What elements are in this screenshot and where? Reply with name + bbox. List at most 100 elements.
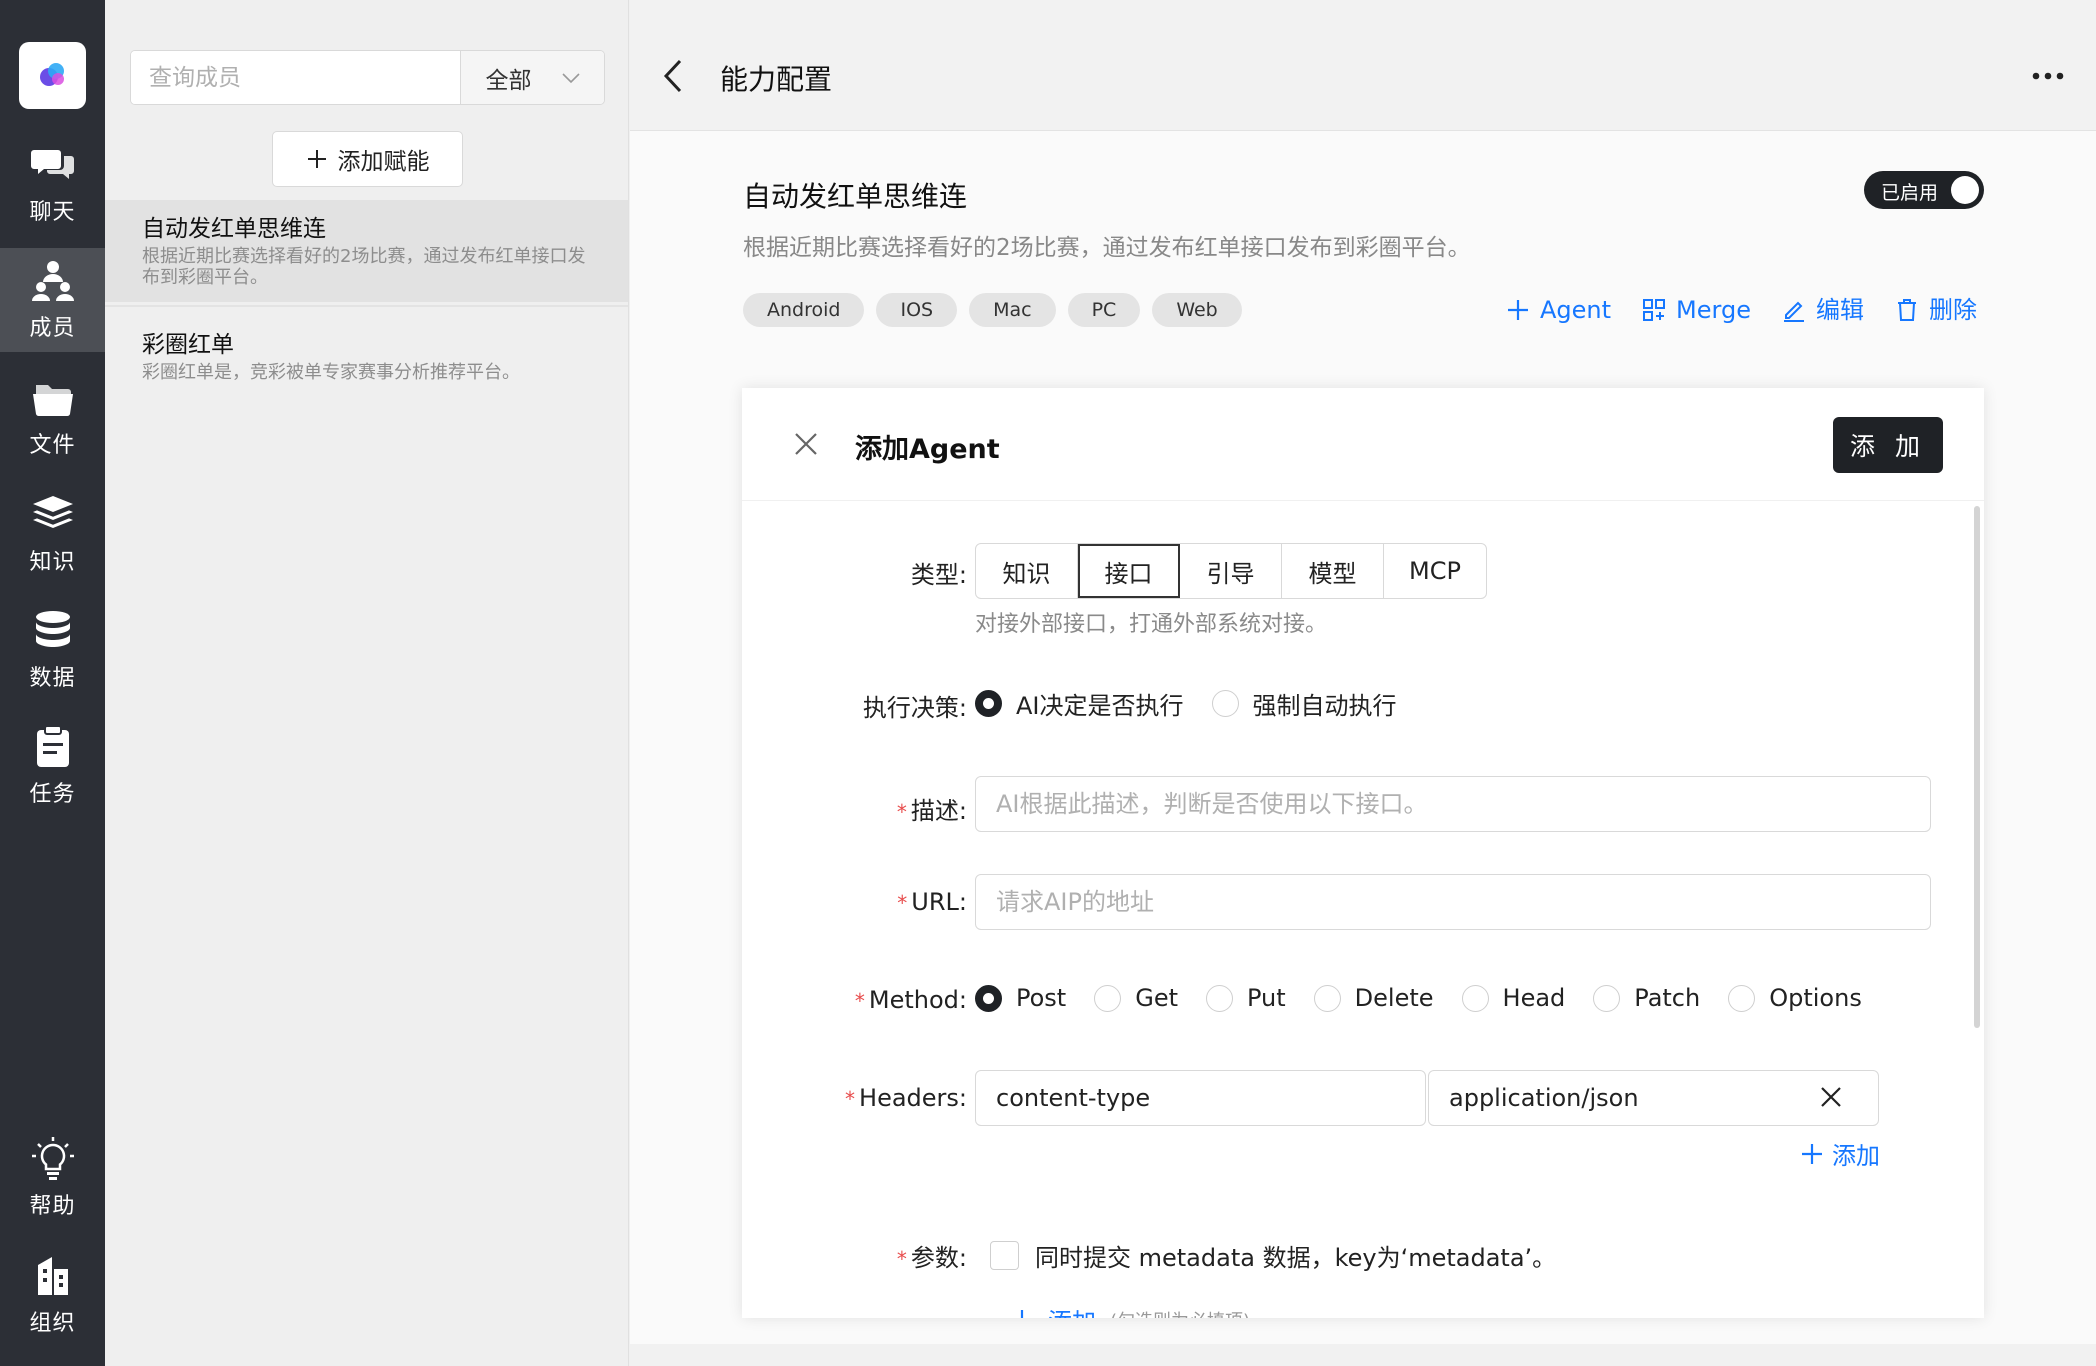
decision-radio-force[interactable]: 强制自动执行 <box>1211 686 1397 721</box>
pencil-icon <box>1783 301 1804 322</box>
method-radio-options[interactable]: Options <box>1728 984 1862 1012</box>
add-header-button[interactable]: 添加 <box>1800 1136 1880 1171</box>
metadata-checkbox[interactable] <box>990 1241 1019 1270</box>
database-icon <box>35 611 70 647</box>
header-key-input[interactable] <box>975 1070 1426 1126</box>
enabled-toggle[interactable]: 已启用 <box>1864 171 1984 209</box>
type-option-interface[interactable]: 接口 <box>1078 544 1180 598</box>
platform-tag: PC <box>1067 293 1141 327</box>
add-submit-button[interactable]: 添 加 <box>1833 417 1943 473</box>
edit-label: 编辑 <box>1815 296 1864 324</box>
type-option-mcp[interactable]: MCP <box>1384 544 1486 598</box>
nav-item-organization[interactable]: 组织 <box>0 1243 105 1347</box>
method-radio-delete[interactable]: Delete <box>1313 984 1434 1012</box>
close-icon[interactable] <box>792 430 820 458</box>
member-desc: 根据近期比赛选择看好的2场比赛，通过发布红单接口发布到彩圈平台。 <box>142 246 586 288</box>
method-radio-patch[interactable]: Patch <box>1593 984 1700 1012</box>
member-list-panel: 全部 添加赋能 自动发红单思维连 根据近期比赛选择看好的2场比赛，通过发布红单接… <box>105 0 629 1366</box>
nav-item-tasks[interactable]: 任务 <box>0 714 105 818</box>
header-value-input[interactable] <box>1428 1070 1879 1126</box>
trash-icon <box>1897 299 1916 321</box>
required-mark: * <box>897 891 908 915</box>
radio-label: Options <box>1769 984 1862 1012</box>
metadata-checkbox-row[interactable]: 同时提交 metadata 数据，key为‘metadata’。 <box>990 1238 1556 1273</box>
method-radio-get[interactable]: Get <box>1094 984 1178 1012</box>
more-options-icon[interactable] <box>2030 64 2066 88</box>
nav-item-members[interactable]: 成员 <box>0 248 105 352</box>
nav-item-help[interactable]: 帮助 <box>0 1126 105 1230</box>
description-input[interactable] <box>975 776 1931 832</box>
delete-label: 删除 <box>1928 296 1977 324</box>
nav-item-chat[interactable]: 聊天 <box>0 132 105 236</box>
folder-icon <box>32 385 73 417</box>
type-option-guide[interactable]: 引导 <box>1180 544 1282 598</box>
url-label-text: URL: <box>911 888 967 916</box>
member-list-item[interactable]: 彩圈红单 彩圈红单是，竞彩被单专家赛事分析推荐平台。 <box>105 316 628 396</box>
nav-label: 文件 <box>29 433 76 458</box>
bottom-strip <box>630 1344 2096 1366</box>
required-mark: * <box>896 800 907 824</box>
nav-item-data[interactable]: 数据 <box>0 598 105 702</box>
nav-label: 任务 <box>29 782 76 807</box>
nav-label: 知识 <box>29 550 76 575</box>
app-logo[interactable] <box>19 42 86 109</box>
required-mark: * <box>845 1087 856 1111</box>
add-param-row[interactable]: 添加 (勾选则为必填项) <box>1010 1302 1250 1318</box>
type-option-knowledge[interactable]: 知识 <box>976 544 1078 598</box>
capability-description: 根据近期比赛选择看好的2场比赛，通过发布红单接口发布到彩圈平台。 <box>743 235 1471 261</box>
member-search-input[interactable] <box>131 51 461 104</box>
method-radio-head[interactable]: Head <box>1461 984 1565 1012</box>
add-agent-button[interactable]: Agent <box>1505 292 1611 328</box>
add-agent-label: Agent <box>1540 296 1612 324</box>
add-agent-dialog: 添加Agent 添 加 类型: 知识 接口 引导 模型 MCP 对接外部接口，打… <box>742 388 1984 1318</box>
type-hint: 对接外部接口，打通外部系统对接。 <box>975 612 1328 637</box>
page-header: 能力配置 <box>630 0 2096 131</box>
radio-label: Put <box>1247 984 1286 1012</box>
add-capability-button[interactable]: 添加赋能 <box>272 131 463 187</box>
platform-tag: IOS <box>876 293 958 327</box>
radio-dot <box>975 690 1002 717</box>
decision-radio-ai[interactable]: AI决定是否执行 <box>975 686 1184 721</box>
remove-header-icon[interactable] <box>1819 1085 1843 1109</box>
method-label: * Method: <box>742 986 967 1014</box>
main-content: 能力配置 自动发红单思维连 根据近期比赛选择看好的2场比赛，通过发布红单接口发布… <box>630 0 2096 1366</box>
nav-item-knowledge[interactable]: 知识 <box>0 482 105 586</box>
type-option-model[interactable]: 模型 <box>1282 544 1384 598</box>
add-param-note: (勾选则为必填项) <box>1110 1307 1250 1319</box>
required-mark: * <box>896 1247 907 1271</box>
method-radio-put[interactable]: Put <box>1206 984 1286 1012</box>
decision-radio-group: AI决定是否执行 强制自动执行 <box>975 686 1425 721</box>
description-label: * 描述: <box>742 791 967 826</box>
required-mark: * <box>854 989 865 1013</box>
back-arrow-icon[interactable] <box>660 58 690 94</box>
delete-button[interactable]: 删除 <box>1894 292 1977 328</box>
radio-label: AI决定是否执行 <box>1016 692 1184 720</box>
method-radio-post[interactable]: Post <box>975 984 1066 1012</box>
member-desc: 彩圈红单是，竞彩被单专家赛事分析推荐平台。 <box>142 362 520 383</box>
page-title: 能力配置 <box>720 63 833 96</box>
radio-label: 强制自动执行 <box>1252 692 1397 720</box>
nav-item-files[interactable]: 文件 <box>0 365 105 469</box>
decision-label-text: 执行决策: <box>862 694 967 722</box>
radio-label: Patch <box>1634 984 1701 1012</box>
url-label: * URL: <box>742 888 967 916</box>
member-list-item[interactable]: 自动发红单思维连 根据近期比赛选择看好的2场比赛，通过发布红单接口发布到彩圈平台… <box>105 200 628 302</box>
chat-icon <box>30 150 74 179</box>
description-label-text: 描述: <box>910 797 967 825</box>
headers-label-text: Headers: <box>859 1084 967 1112</box>
type-segmented-control: 知识 接口 引导 模型 MCP <box>975 543 1487 599</box>
merge-label: Merge <box>1676 296 1751 324</box>
nav-label: 组织 <box>29 1311 76 1336</box>
merge-button[interactable]: Merge <box>1641 292 1751 328</box>
dialog-scrollbar[interactable] <box>1974 506 1980 1028</box>
nav-label: 帮助 <box>29 1194 76 1219</box>
merge-icon <box>1643 299 1666 321</box>
add-capability-label: 添加赋能 <box>337 149 430 175</box>
radio-dot <box>1313 984 1341 1012</box>
url-input[interactable] <box>975 874 1931 930</box>
dialog-header: 添加Agent 添 加 <box>742 388 1984 501</box>
member-filter-select[interactable]: 全部 <box>461 51 604 104</box>
edit-button[interactable]: 编辑 <box>1781 292 1864 328</box>
capability-actions: Agent Merge 编辑 删除 <box>1505 292 1977 328</box>
platform-tag: Mac <box>969 293 1056 327</box>
